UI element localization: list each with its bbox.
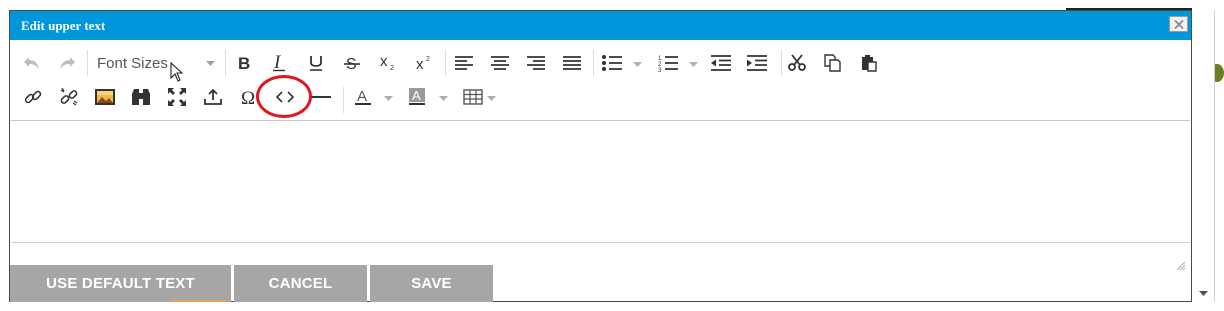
text-color-icon: A [355,88,371,105]
italic-icon: I [273,54,285,72]
use-default-text-button[interactable]: USE DEFAULT TEXT [10,265,231,302]
table-icon [463,89,483,105]
font-sizes-label: Font Sizes [97,55,168,72]
underline-button[interactable] [304,51,328,75]
toolbar-separator [225,50,226,76]
toolbar-separator [87,50,88,76]
text-color-button[interactable]: A [351,85,375,109]
svg-text:A: A [412,88,421,103]
toolbar-separator [445,50,446,76]
font-sizes-dropdown[interactable]: Font Sizes [95,50,221,76]
toolbar-separator [593,50,594,76]
resize-grip-icon[interactable] [1176,261,1186,271]
superscript-icon: x2 [416,56,430,71]
align-right-button[interactable] [524,51,548,75]
edit-text-dialog: Edit upper text Font Sizes B I S x 2 x 2… [9,10,1192,302]
chevron-down-icon[interactable] [487,96,496,101]
svg-text:Ω: Ω [241,88,255,106]
cut-button[interactable] [785,51,809,75]
toolbar-separator [343,87,344,113]
upload-icon [204,89,222,105]
align-left-button[interactable] [452,51,476,75]
chevron-down-icon[interactable] [689,62,698,67]
close-button[interactable] [1169,16,1188,32]
cancel-button[interactable]: CANCEL [234,265,367,302]
chevron-down-icon[interactable] [384,96,393,101]
link-button[interactable] [21,85,45,109]
numbered-list-button[interactable]: 123 [656,51,680,75]
justify-button[interactable] [560,51,584,75]
svg-text:x: x [416,56,424,71]
bold-icon: B [238,55,250,71]
svg-text:2: 2 [426,56,430,63]
chevron-down-icon[interactable] [633,62,642,67]
mouse-cursor-icon [170,62,184,82]
find-button[interactable] [129,85,153,109]
align-center-button[interactable] [488,51,512,75]
bold-button[interactable]: B [232,51,256,75]
scroll-down-icon[interactable] [1199,291,1208,296]
underline-icon [310,55,322,71]
subscript-button[interactable]: x2 [376,51,400,75]
chevron-down-icon[interactable] [439,96,448,101]
copy-button[interactable] [821,51,845,75]
editor-toolbar: Font Sizes B I S x2 x2 1 2 3 Ω A A [11,42,1190,121]
background-color-button[interactable]: A [405,85,429,109]
upload-button[interactable] [201,85,225,109]
bullet-list-button[interactable] [600,51,624,75]
undo-icon [24,57,39,69]
svg-text:x: x [380,55,388,70]
chevron-down-icon [206,61,215,66]
fullscreen-button[interactable] [165,85,189,109]
strikethrough-icon: S [344,56,360,72]
svg-text:2: 2 [390,65,394,71]
align-center-icon [491,56,509,70]
close-icon [1174,20,1184,29]
paste-icon [862,55,877,72]
paste-button[interactable] [857,51,881,75]
scissors-icon [788,54,806,71]
undo-button[interactable] [20,51,44,75]
redo-button[interactable] [55,51,79,75]
unlink-icon [60,87,78,106]
editor-content-area[interactable] [11,121,1190,243]
fullscreen-icon [168,88,186,106]
toolbar-separator [781,50,782,76]
vertical-scrollbar[interactable] [1193,10,1215,302]
dialog-title: Edit upper text [21,18,106,33]
binoculars-icon [132,89,150,105]
table-button[interactable] [461,85,485,109]
strikethrough-button[interactable]: S [340,51,364,75]
background-color-icon: A [409,88,425,105]
outdent-icon [711,55,731,71]
insert-image-button[interactable] [93,85,117,109]
image-icon [95,89,115,105]
justify-icon [563,56,581,70]
svg-text:I: I [273,54,282,72]
outdent-button[interactable] [709,51,733,75]
align-right-icon [527,56,545,70]
focus-accent [171,300,227,302]
svg-text:3: 3 [658,68,662,72]
highlight-circle-annotation [256,75,312,118]
save-button[interactable]: SAVE [370,265,493,302]
unlink-button[interactable] [57,85,81,109]
bullet-list-icon [602,55,622,71]
superscript-button[interactable]: x2 [412,51,436,75]
indent-icon [747,55,767,71]
svg-text:B: B [238,55,250,71]
horizontal-rule-button[interactable] [309,85,333,109]
horizontal-rule-icon [311,96,331,98]
subscript-icon: x2 [380,55,394,71]
screen: Edit upper text Font Sizes B I S x 2 x 2… [0,0,1224,311]
align-left-icon [455,56,473,70]
italic-button[interactable]: I [268,51,292,75]
svg-text:A: A [357,88,367,105]
link-icon [24,90,42,104]
indent-button[interactable] [745,51,769,75]
copy-icon [824,54,841,72]
dialog-titlebar: Edit upper text [10,11,1191,40]
redo-icon [60,57,75,69]
numbered-list-icon: 123 [658,56,678,72]
